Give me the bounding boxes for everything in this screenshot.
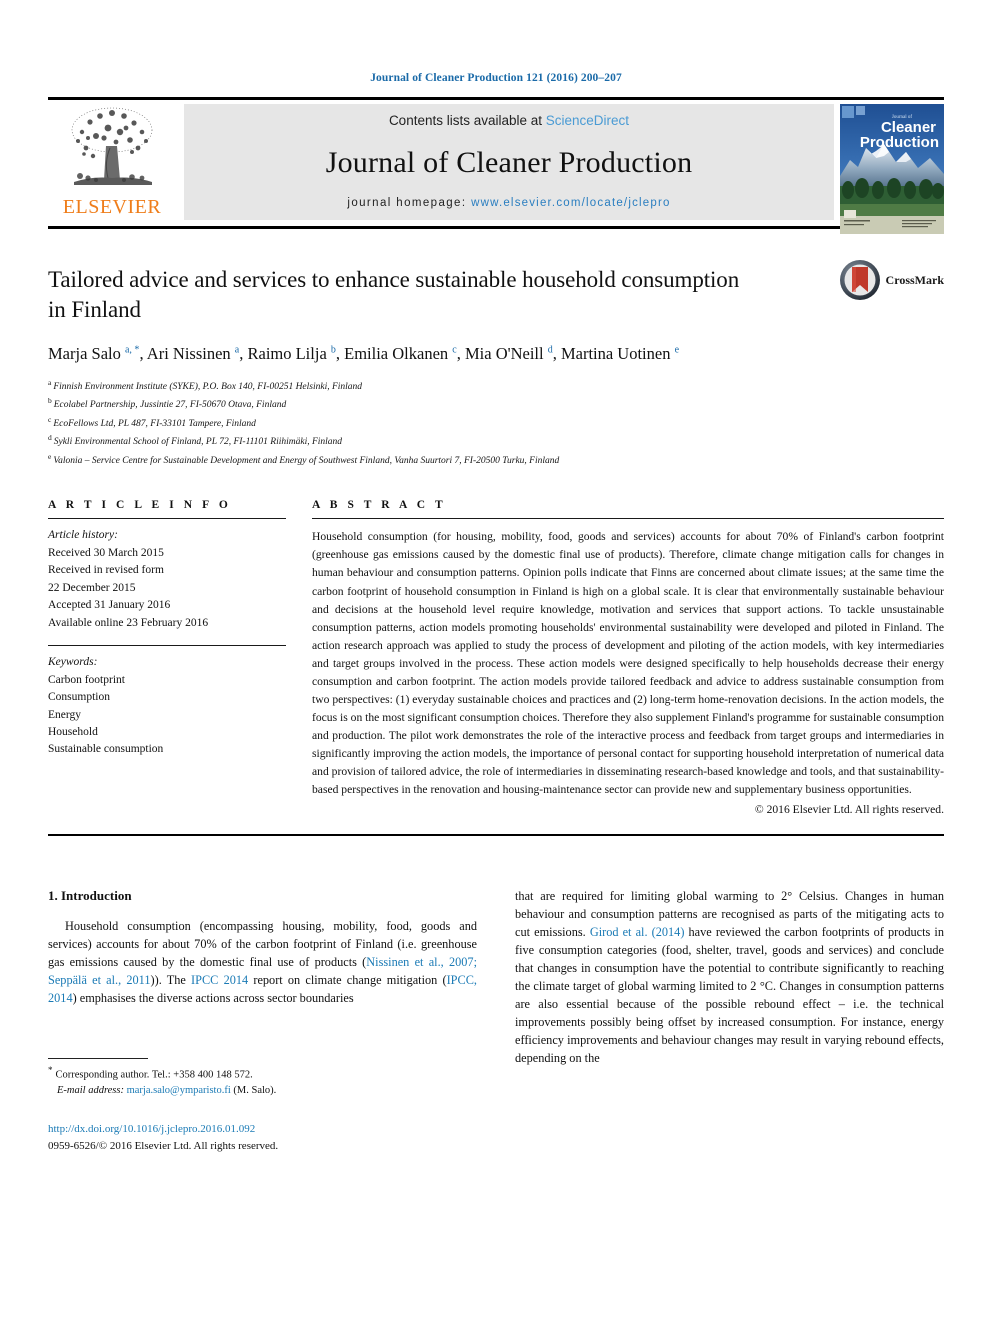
keyword-item: Consumption bbox=[48, 691, 110, 704]
body-columns: 1. Introduction Household consumption (e… bbox=[48, 888, 944, 1154]
journal-masthead: ELSEVIER Contents lists available at Sci… bbox=[48, 100, 944, 234]
sciencedirect-link[interactable]: ScienceDirect bbox=[546, 113, 629, 128]
affiliation-item: a Finnish Environment Institute (SYKE), P… bbox=[48, 377, 944, 396]
masthead-center: Contents lists available at ScienceDirec… bbox=[184, 104, 834, 220]
email-label: E-mail address: bbox=[57, 1085, 124, 1097]
article-info-rule bbox=[48, 518, 286, 520]
doi-block: http://dx.doi.org/10.1016/j.jclepro.2016… bbox=[48, 1121, 477, 1154]
footnote-rule bbox=[48, 1058, 148, 1060]
keywords-label: Keywords: bbox=[48, 656, 98, 669]
title-area: Tailored advice and services to enhance … bbox=[48, 229, 944, 469]
affiliation-item: b Ecolabel Partnership, Jussintie 27, FI-… bbox=[48, 395, 944, 414]
article-info-heading: A R T I C L E I N F O bbox=[48, 499, 232, 512]
contents-available-line: Contents lists available at ScienceDirec… bbox=[389, 113, 629, 128]
journal-title: Journal of Cleaner Production bbox=[325, 145, 693, 179]
affiliation-marker: e bbox=[48, 451, 52, 461]
article-history-label: Article history: bbox=[48, 529, 118, 542]
page-title: Tailored advice and services to enhance … bbox=[48, 267, 740, 323]
intro-paragraph-left: Household consumption (encompassing hous… bbox=[48, 919, 478, 1006]
issn-copyright-line: 0959-6526/© 2016 Elsevier Ltd. All right… bbox=[48, 1139, 279, 1152]
email-suffix: (M. Salo). bbox=[233, 1085, 277, 1097]
crossmark-badge[interactable]: CrossMark bbox=[839, 259, 944, 301]
history-item: 22 December 2015 bbox=[48, 581, 136, 594]
history-item: Available online 23 February 2016 bbox=[48, 616, 209, 629]
footnote-block: * Corresponding author. Tel.: +358 400 14… bbox=[48, 1058, 477, 1154]
elsevier-wordmark: ELSEVIER bbox=[62, 196, 162, 218]
corresponding-author-marker: * bbox=[48, 1065, 53, 1076]
affiliation-text: EcoFellows Ltd, PL 487, FI-33101 Tampere… bbox=[53, 418, 256, 429]
affiliation-marker: c bbox=[48, 414, 52, 424]
elsevier-tree-icon bbox=[71, 107, 153, 185]
affiliation-item: c EcoFellows Ltd, PL 487, FI-33101 Tamper… bbox=[48, 414, 944, 433]
crossmark-label: CrossMark bbox=[885, 272, 944, 287]
keyword-item: Sustainable consumption bbox=[48, 743, 164, 756]
info-abstract-section: A R T I C L E I N F O Article history: R… bbox=[48, 499, 944, 816]
abstract-rule bbox=[312, 518, 944, 520]
keywords-block: Keywords: Carbon footprint Consumption E… bbox=[48, 654, 286, 759]
crossmark-icon bbox=[839, 260, 880, 300]
affiliation-text: Valonia – Service Centre for Sustainable… bbox=[53, 455, 560, 466]
keyword-item: Carbon footprint bbox=[48, 673, 125, 686]
doi-link[interactable]: http://dx.doi.org/10.1016/j.jclepro.2016… bbox=[48, 1121, 477, 1138]
journal-homepage-line: journal homepage: www.elsevier.com/locat… bbox=[347, 197, 670, 209]
elsevier-logo: ELSEVIER bbox=[48, 100, 176, 226]
running-head: Journal of Cleaner Production 121 (2016)… bbox=[370, 72, 622, 84]
article-history-block: Article history: Received 30 March 2015 … bbox=[48, 527, 286, 632]
contents-prefix: Contents lists available at bbox=[388, 113, 546, 128]
body-column-left: 1. Introduction Household consumption (e… bbox=[48, 888, 477, 1154]
abstract-text: Household consumption (for housing, mobi… bbox=[312, 530, 945, 797]
journal-cover-image: Journal of Cleaner Production bbox=[840, 104, 944, 234]
author-list: Marja Salo a, *, Ari Nissinen a, Raimo L… bbox=[48, 343, 680, 363]
history-item: Received in revised form bbox=[48, 564, 164, 577]
svg-text:Production: Production bbox=[860, 134, 939, 151]
abstract-column: A B S T R A C T Household consumption (f… bbox=[312, 499, 944, 816]
affiliation-list: a Finnish Environment Institute (SYKE), P… bbox=[48, 377, 944, 470]
affiliation-text: Ecolabel Partnership, Jussintie 27, FI-5… bbox=[53, 400, 287, 411]
affiliation-item: e Valonia – Service Centre for Sustainabl… bbox=[48, 451, 944, 470]
corresponding-author-note: * Corresponding author. Tel.: +358 400 14… bbox=[48, 1064, 477, 1083]
abstract-copyright: © 2016 Elsevier Ltd. All rights reserved… bbox=[754, 803, 944, 817]
affiliation-text: Finnish Environment Institute (SYKE), P.… bbox=[53, 381, 363, 392]
email-note: E-mail address: marja.salo@ymparisto.fi … bbox=[48, 1083, 477, 1099]
abstract-bottom-rule bbox=[48, 834, 944, 837]
history-item: Accepted 31 January 2016 bbox=[48, 599, 171, 612]
homepage-url-link[interactable]: www.elsevier.com/locate/jclepro bbox=[471, 197, 671, 209]
keywords-divider bbox=[48, 645, 286, 647]
corresponding-author-text: Corresponding author. Tel.: +358 400 148… bbox=[55, 1069, 253, 1081]
keyword-item: Energy bbox=[48, 708, 82, 721]
affiliation-marker: b bbox=[48, 396, 52, 406]
homepage-prefix: journal homepage: bbox=[347, 197, 472, 209]
paper-page: Journal of Cleaner Production 121 (2016)… bbox=[0, 0, 992, 1323]
journal-cover-thumbnail: Journal of Cleaner Production bbox=[840, 100, 944, 234]
article-info-column: A R T I C L E I N F O Article history: R… bbox=[48, 499, 286, 816]
body-column-right: that are required for limiting global wa… bbox=[515, 888, 944, 1154]
affiliation-marker: d bbox=[48, 433, 52, 443]
email-link[interactable]: marja.salo@ymparisto.fi bbox=[127, 1085, 231, 1096]
keyword-item: Household bbox=[48, 725, 98, 738]
section-heading-introduction: 1. Introduction bbox=[48, 888, 132, 904]
affiliation-item: d Sykli Environmental School of Finland, … bbox=[48, 432, 944, 451]
history-item: Received 30 March 2015 bbox=[48, 546, 164, 559]
abstract-heading: A B S T R A C T bbox=[312, 499, 447, 512]
affiliation-text: Sykli Environmental School of Finland, P… bbox=[53, 437, 343, 448]
affiliation-marker: a bbox=[48, 377, 52, 387]
intro-paragraph-right: that are required for limiting global wa… bbox=[515, 889, 944, 1066]
